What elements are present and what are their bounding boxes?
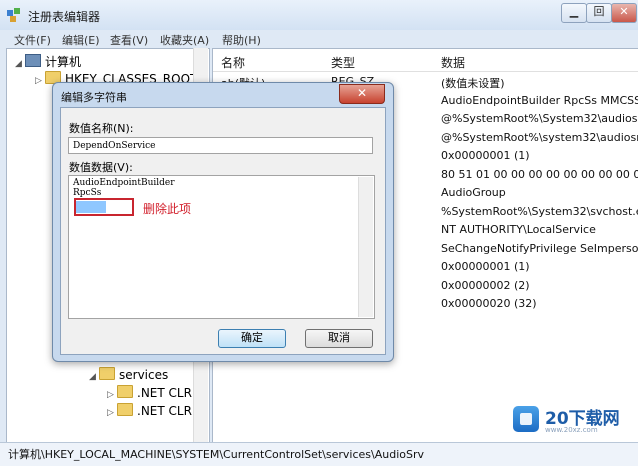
column-header-name[interactable]: 名称 [221, 54, 245, 71]
highlight-box [74, 198, 134, 216]
watermark-subtext: www.20xz.com [545, 426, 598, 434]
cell-data: NT AUTHORITY\LocalService [441, 223, 596, 236]
menu-bar: 文件(F) 编辑(E) 查看(V) 收藏夹(A) 帮助(H) [0, 30, 638, 48]
menu-edit[interactable]: 编辑(E) [62, 32, 100, 48]
cell-data: %SystemRoot%\System32\svchost.exe [441, 204, 638, 218]
maximize-button[interactable]: 回 [586, 3, 612, 23]
tree-label: .NET CLR [137, 404, 192, 418]
expand-arrow-icon[interactable]: ▷ [35, 76, 45, 86]
ok-button[interactable]: 确定 [218, 329, 286, 348]
cell-data: 0x00000001 (1) [441, 149, 530, 162]
value-name-label: 数值名称(N): [69, 122, 134, 135]
registry-editor-window: 注册表编辑器 ▁ 回 ✕ 文件(F) 编辑(E) 查看(V) 收藏夹(A) 帮助… [0, 0, 638, 466]
data-scrollbar[interactable] [358, 177, 373, 317]
tree-item-computer[interactable]: ◢ 计算机 [15, 53, 81, 70]
value-data-textarea[interactable]: AudioEndpointBuilder RpcSs 删除此项 [68, 175, 375, 319]
menu-favorites[interactable]: 收藏夹(A) [160, 32, 209, 48]
data-line: AudioEndpointBuilder [73, 178, 175, 188]
dialog-title: 编辑多字符串 [61, 91, 127, 104]
column-header-type[interactable]: 类型 [331, 54, 355, 71]
close-window-button[interactable]: ✕ [611, 3, 637, 23]
cell-data: @%SystemRoot%\System32\audiosrv [441, 112, 638, 125]
column-header-data[interactable]: 数据 [441, 54, 465, 71]
title-bar: 注册表编辑器 ▁ 回 ✕ [0, 0, 638, 30]
dialog-close-button[interactable]: ✕ [339, 84, 385, 104]
menu-file[interactable]: 文件(F) [14, 32, 51, 48]
folder-icon [117, 403, 133, 416]
folder-icon [99, 367, 115, 380]
value-name-field[interactable]: DependOnService [68, 137, 373, 154]
dialog-body: 数值名称(N): DependOnService 数值数据(V): AudioE… [60, 107, 386, 355]
cell-data: 0x00000020 (32) [441, 297, 537, 310]
cancel-button[interactable]: 取消 [305, 329, 373, 348]
computer-icon [25, 54, 41, 67]
menu-view[interactable]: 查看(V) [110, 32, 148, 48]
tree-label: services [119, 368, 169, 382]
cell-data: AudioGroup [441, 186, 506, 199]
value-data-label: 数值数据(V): [69, 161, 133, 174]
tree-item-netclr-1[interactable]: ▷ .NET CLR [107, 385, 192, 400]
edit-multi-string-dialog: 编辑多字符串 ✕ 数值名称(N): DependOnService 数值数据(V… [52, 82, 394, 362]
data-line: RpcSs [73, 188, 102, 198]
cell-data: AudioEndpointBuilder RpcSs MMCSS [441, 93, 638, 107]
minimize-button[interactable]: ▁ [561, 3, 587, 23]
expand-arrow-icon[interactable]: ▷ [107, 408, 117, 418]
cell-data: @%SystemRoot%\system32\audiosrv [441, 130, 638, 144]
list-header: 名称 类型 数据 [213, 49, 638, 72]
registry-app-icon [6, 7, 22, 23]
cell-data: SeChangeNotifyPrivilege SeImperson [441, 241, 638, 255]
collapse-arrow-icon[interactable]: ◢ [15, 59, 25, 69]
tree-label: .NET CLR [137, 386, 192, 400]
expand-arrow-icon[interactable]: ▷ [107, 390, 117, 400]
annotation-text: 删除此项 [143, 202, 192, 216]
status-path: 计算机\HKEY_LOCAL_MACHINE\SYSTEM\CurrentCon… [8, 448, 425, 461]
cell-data: 80 51 01 00 00 00 00 00 00 00 00 00 [441, 167, 638, 181]
window-title: 注册表编辑器 [28, 10, 101, 24]
cell-data: 0x00000002 (2) [441, 278, 530, 292]
menu-help[interactable]: 帮助(H) [222, 32, 261, 48]
watermark-logo-mark [520, 413, 532, 425]
tree-item-services[interactable]: ◢ services [89, 367, 168, 382]
folder-icon [117, 385, 133, 398]
cell-data: 0x00000001 (1) [441, 260, 530, 273]
collapse-arrow-icon[interactable]: ◢ [89, 372, 99, 382]
tree-item-netclr-2[interactable]: ▷ .NET CLR [107, 403, 192, 418]
cell-data: (数值未设置) [441, 77, 505, 90]
tree-label: 计算机 [45, 55, 82, 69]
